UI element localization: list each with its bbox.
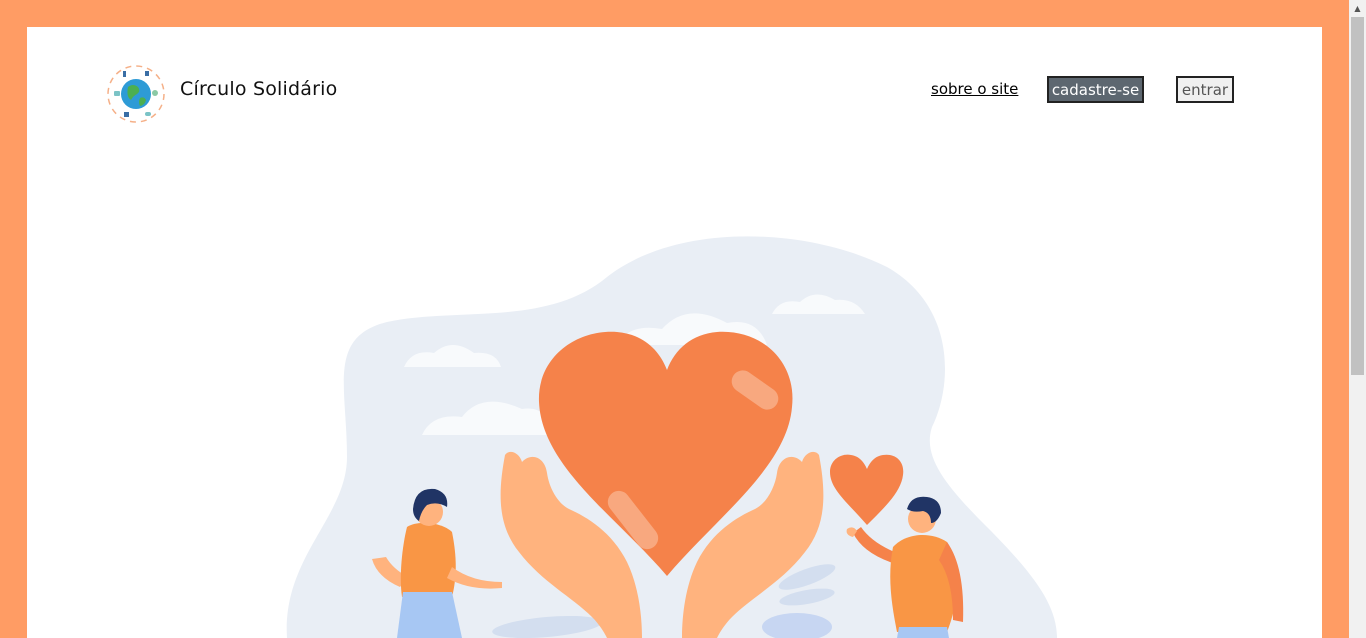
- page-container: Círculo Solidário sobre o site cadastre-…: [27, 27, 1322, 638]
- about-link[interactable]: sobre o site: [931, 80, 1018, 98]
- site-header: Círculo Solidário sobre o site cadastre-…: [27, 27, 1322, 157]
- brand-name[interactable]: Círculo Solidário: [180, 78, 337, 100]
- scroll-up-icon[interactable]: ▲: [1349, 0, 1366, 17]
- hands-holding-heart-illustration: [286, 236, 1057, 638]
- scrollbar-thumb[interactable]: [1351, 17, 1364, 375]
- login-button[interactable]: entrar: [1176, 76, 1234, 103]
- vertical-scrollbar[interactable]: ▲: [1349, 0, 1366, 638]
- globe-recycle-icon: [107, 65, 165, 123]
- signup-button[interactable]: cadastre-se: [1047, 76, 1144, 103]
